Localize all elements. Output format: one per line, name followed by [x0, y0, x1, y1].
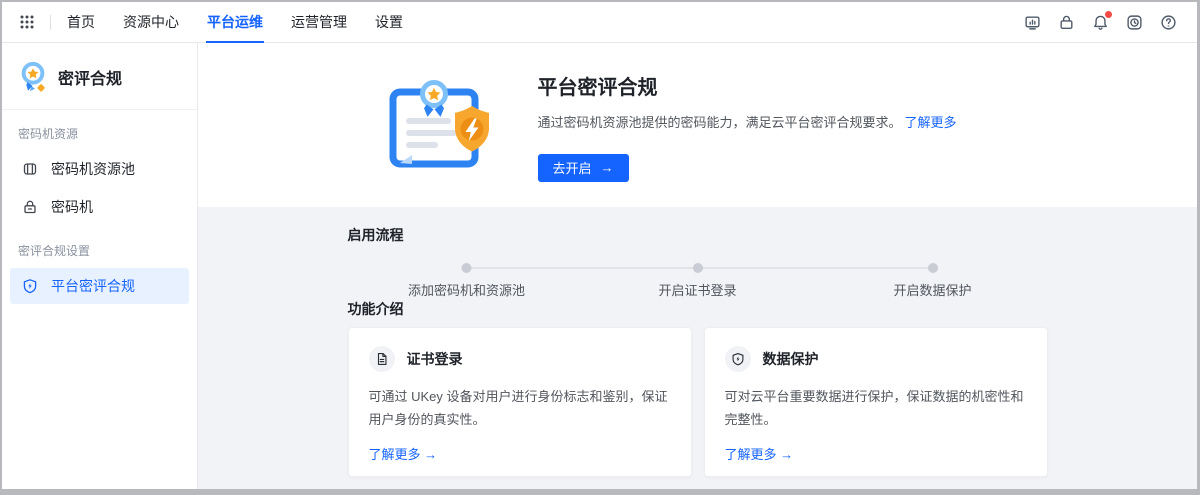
- sidebar-group-label: 密码机资源: [2, 110, 197, 151]
- help-icon[interactable]: [1160, 14, 1177, 31]
- certificate-doc-icon: [369, 346, 395, 372]
- sidebar-title: 密评合规: [58, 65, 122, 89]
- resource-pool-icon: [22, 161, 38, 177]
- shield-lightning-icon: [725, 346, 751, 372]
- certificate-illustration: [388, 79, 492, 171]
- enable-button[interactable]: 去开启 →: [538, 154, 629, 182]
- shield-lightning-icon: [22, 278, 38, 294]
- card-title: 数据保护: [763, 349, 819, 369]
- card-title: 证书登录: [407, 349, 463, 369]
- enable-button-label: 去开启: [553, 158, 592, 177]
- sidebar-item-label: 平台密评合规: [51, 276, 135, 296]
- compliance-medal-icon: [18, 61, 48, 93]
- stepper-step-1: 添加密码机和资源池: [408, 263, 525, 299]
- feature-card-certificate-login: 证书登录 可通过 UKey 设备对用户进行身份标志和鉴别，保证用户身份的真实性。…: [348, 327, 692, 477]
- bell-icon[interactable]: [1092, 14, 1109, 31]
- page-title: 平台密评合规: [538, 71, 957, 100]
- step-dot: [692, 263, 702, 273]
- features-title: 功能介绍: [348, 299, 1048, 319]
- nav-tab-operation-mgmt[interactable]: 运营管理: [277, 2, 361, 42]
- step-dot: [927, 263, 937, 273]
- divider: [50, 15, 51, 30]
- content-section: 启用流程 添加密码机和资源池 开启证书登录 开: [198, 207, 1197, 489]
- nav-tab-resource-center[interactable]: 资源中心: [109, 2, 193, 42]
- dashboard-icon[interactable]: [1024, 14, 1041, 31]
- lock-icon: [22, 199, 38, 215]
- process-stepper: 添加密码机和资源池 开启证书登录 开启数据保护: [348, 245, 1048, 299]
- hero-description: 通过密码机资源池提供的密码能力，满足云平台密评合规要求。: [538, 115, 902, 130]
- sidebar-item-label: 密码机资源池: [51, 159, 135, 179]
- card-description: 可对云平台重要数据进行保护，保证数据的机密性和完整性。: [725, 385, 1027, 431]
- card-learn-more-link[interactable]: 了解更多 →: [725, 444, 794, 463]
- hero-section: 平台密评合规 通过密码机资源池提供的密码能力，满足云平台密评合规要求。了解更多 …: [198, 43, 1197, 207]
- sidebar: 密评合规 密码机资源 密码机资源池: [2, 43, 198, 489]
- top-navbar: 首页 资源中心 平台运维 运营管理 设置: [2, 2, 1197, 43]
- card-description: 可通过 UKey 设备对用户进行身份标志和鉴别，保证用户身份的真实性。: [369, 385, 671, 431]
- sidebar-item-cipher-machine[interactable]: 密码机: [10, 189, 189, 225]
- topbar-actions: [1024, 14, 1177, 31]
- stepper-step-3: 开启数据保护: [893, 263, 971, 299]
- apps-grid-icon[interactable]: [18, 13, 36, 31]
- main-content: 平台密评合规 通过密码机资源池提供的密码能力，满足云平台密评合规要求。了解更多 …: [198, 43, 1197, 489]
- top-nav-tabs: 首页 资源中心 平台运维 运营管理 设置: [53, 2, 417, 42]
- step-label: 开启数据保护: [893, 280, 971, 299]
- nav-tab-home[interactable]: 首页: [53, 2, 109, 42]
- card-learn-more-link[interactable]: 了解更多 →: [369, 444, 438, 463]
- step-label: 开启证书登录: [658, 280, 736, 299]
- sidebar-header: 密评合规: [2, 57, 197, 109]
- step-dot: [461, 263, 471, 273]
- feature-card-data-protection: 数据保护 可对云平台重要数据进行保护，保证数据的机密性和完整性。 了解更多 →: [704, 327, 1048, 477]
- sidebar-group-label: 密评合规设置: [2, 227, 197, 268]
- sidebar-item-resource-pool[interactable]: 密码机资源池: [10, 151, 189, 187]
- sidebar-item-label: 密码机: [51, 197, 93, 217]
- app-window: 首页 资源中心 平台运维 运营管理 设置: [0, 0, 1200, 495]
- arrow-right-icon: →: [601, 160, 614, 175]
- stepper-step-2: 开启证书登录: [658, 263, 736, 299]
- history-icon[interactable]: [1126, 14, 1143, 31]
- notification-dot: [1105, 11, 1112, 18]
- nav-tab-settings[interactable]: 设置: [361, 2, 417, 42]
- sidebar-item-platform-compliance[interactable]: 平台密评合规: [10, 268, 189, 304]
- feature-cards: 证书登录 可通过 UKey 设备对用户进行身份标志和鉴别，保证用户身份的真实性。…: [348, 327, 1048, 477]
- step-label: 添加密码机和资源池: [408, 280, 525, 299]
- process-title: 启用流程: [348, 225, 1048, 245]
- lock-icon[interactable]: [1058, 14, 1075, 31]
- nav-tab-platform-ops[interactable]: 平台运维: [193, 2, 277, 42]
- hero-learn-more-link[interactable]: 了解更多: [905, 115, 957, 130]
